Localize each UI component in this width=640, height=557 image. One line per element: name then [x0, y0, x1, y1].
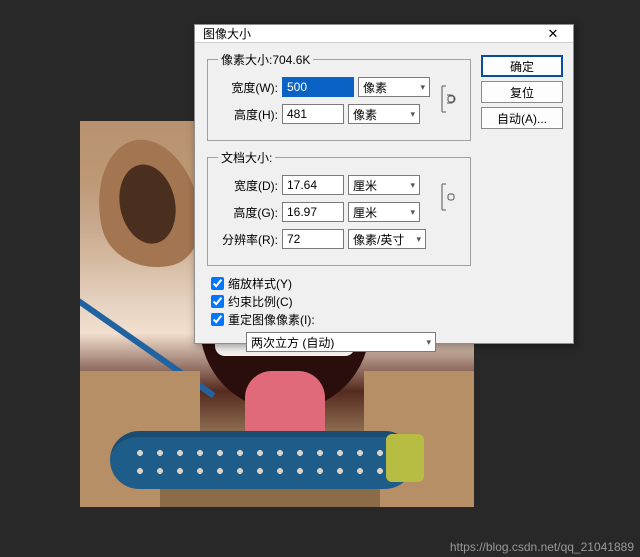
resolution-input[interactable] — [282, 229, 344, 249]
close-icon: ✕ — [548, 26, 559, 42]
document-size-group: 文档大小: 宽度(D): 厘米▾ 高度(G): 厘米▾ — [207, 149, 471, 266]
chevron-down-icon: ▾ — [426, 337, 431, 348]
chevron-down-icon: ▾ — [410, 180, 415, 191]
resample-checkbox[interactable]: 重定图像像素(I): — [211, 310, 471, 328]
ok-button[interactable]: 确定 — [481, 55, 563, 77]
link-icon — [438, 82, 460, 116]
pixel-group-legend: 像素大小:704.6K — [218, 51, 313, 68]
resolution-label: 分辨率(R): — [218, 231, 278, 248]
width-doc-input[interactable] — [282, 175, 344, 195]
chevron-down-icon: ▾ — [416, 234, 421, 245]
height-doc-input[interactable] — [282, 202, 344, 222]
chevron-down-icon: ▾ — [420, 82, 425, 93]
width-px-unit-select[interactable]: 像素▾ — [358, 77, 430, 97]
width-px-label: 宽度(W): — [218, 79, 278, 96]
watermark-text: https://blog.csdn.net/qq_21041889 — [450, 540, 634, 554]
scale-styles-checkbox[interactable]: 缩放样式(Y) — [211, 274, 471, 292]
height-doc-label: 高度(G): — [218, 204, 278, 221]
dialog-titlebar[interactable]: 图像大小 ✕ — [195, 25, 573, 43]
resolution-unit-select[interactable]: 像素/英寸▾ — [348, 229, 426, 249]
constrain-proportions-checkbox[interactable]: 约束比例(C) — [211, 292, 471, 310]
width-doc-label: 宽度(D): — [218, 177, 278, 194]
chevron-down-icon: ▾ — [410, 109, 415, 120]
chevron-down-icon: ▾ — [410, 207, 415, 218]
dialog-title: 图像大小 — [203, 25, 251, 42]
doc-group-legend: 文档大小: — [218, 149, 275, 166]
link-icon — [438, 180, 460, 214]
resample-method-select[interactable]: 两次立方 (自动)▾ — [246, 332, 436, 352]
reset-button[interactable]: 复位 — [481, 81, 563, 103]
auto-button[interactable]: 自动(A)... — [481, 107, 563, 129]
height-px-label: 高度(H): — [218, 106, 278, 123]
height-px-unit-select[interactable]: 像素▾ — [348, 104, 420, 124]
width-px-input[interactable] — [282, 77, 354, 97]
pixel-dimensions-group: 像素大小:704.6K 宽度(W): 像素▾ 高度(H): 像素▾ — [207, 51, 471, 141]
height-px-input[interactable] — [282, 104, 344, 124]
width-doc-unit-select[interactable]: 厘米▾ — [348, 175, 420, 195]
close-button[interactable]: ✕ — [533, 25, 573, 42]
height-doc-unit-select[interactable]: 厘米▾ — [348, 202, 420, 222]
image-size-dialog: 图像大小 ✕ 像素大小:704.6K 宽度(W): 像素▾ 高度(H): — [194, 24, 574, 344]
